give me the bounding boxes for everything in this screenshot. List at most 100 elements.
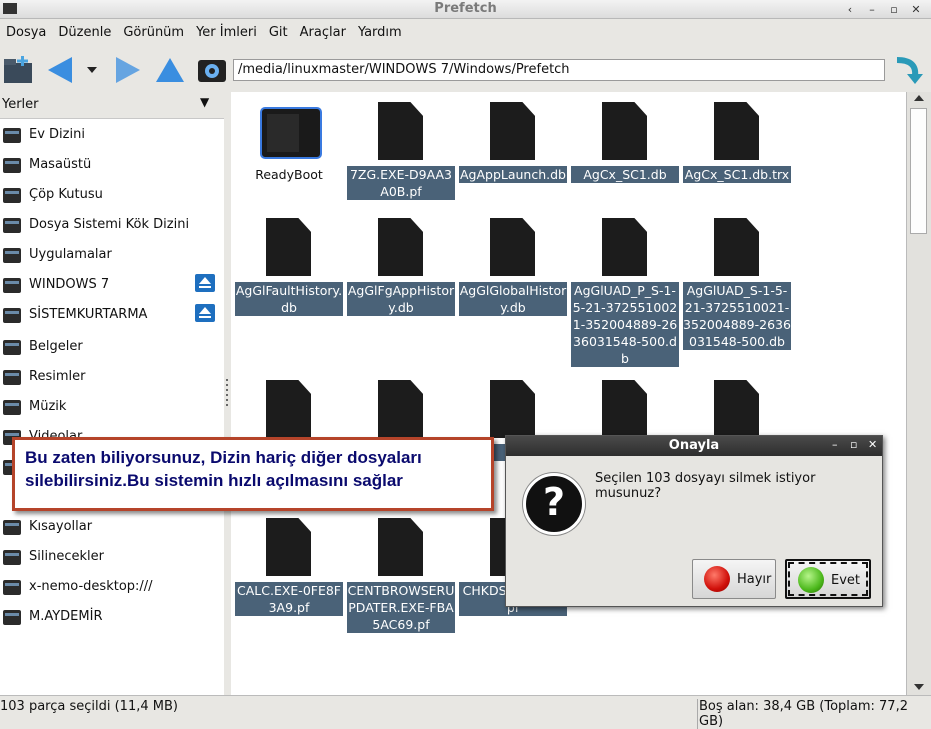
location-bar[interactable]: /media/linuxmaster/WINDOWS 7/Windows/Pre… [233,59,885,81]
folder-icon [3,550,21,565]
menu-bar: Dosya Düzenle Görünüm Yer İmleri Git Araçlar Y… [0,22,931,44]
document-icon [378,102,423,160]
annotation-line-2: silebilirsiniz.Bu sistemin hızlı açılmas… [25,471,403,490]
free-space-status: Boş alan: 38,4 GB (Toplam: 77,2 GB) [697,699,931,729]
no-button[interactable]: Hayır [692,559,776,599]
question-icon: ? [523,473,585,535]
red-circle-icon [704,566,730,592]
sidebar-item[interactable]: Kısayollar [0,513,224,541]
menu-edit[interactable]: Düzenle [58,22,111,44]
window-close-button[interactable]: ✕ [909,3,923,16]
scrollbar-thumb[interactable] [910,108,927,234]
sidebar-item-label: Kısayollar [29,519,93,534]
document-icon [714,102,759,160]
sidebar-dropdown-icon[interactable]: ▼ [200,95,209,109]
document-icon [714,380,759,438]
scroll-up-icon[interactable] [914,95,924,101]
history-dropdown-icon[interactable] [84,54,100,86]
sidebar-header[interactable]: Yerler ▼ [0,92,224,119]
sidebar-item[interactable]: Dosya Sistemi Kök Dizini [0,211,224,239]
file-item[interactable]: AgGlFaultHistory.db [233,208,345,358]
dialog-close-button[interactable]: ✕ [868,438,877,451]
eject-icon[interactable] [195,274,215,292]
sidebar-item[interactable]: SİSTEMKURTARMA [0,301,224,329]
sidebar-item[interactable]: Ev Dizini [0,121,224,149]
drive-toolbar-icon[interactable] [196,54,228,86]
back-icon[interactable] [44,54,76,86]
document-icon [490,102,535,160]
dialog-maximize-button[interactable]: ▫ [850,438,857,451]
file-item[interactable]: CALC.EXE-0FE8F3A9.pf [233,508,345,658]
forward-icon[interactable] [112,54,144,86]
yes-button[interactable]: Evet [785,559,871,599]
window-titlebar[interactable]: Prefetch ‹ – ▫ ✕ [0,0,931,19]
window-shade-button[interactable]: ‹ [843,3,857,16]
drive-icon [3,308,21,323]
sidebar-item[interactable]: Silinecekler [0,543,224,571]
yes-button-label: Evet [831,573,861,588]
confirm-dialog: Onayla – ▫ ✕ ? Seçilen 103 dosyayı silme… [505,435,883,607]
drive-icon [3,278,21,293]
menu-bookmarks[interactable]: Yer İmleri [196,22,257,44]
sidebar-item[interactable]: M.AYDEMİR [0,603,224,631]
dialog-title: Onayla [668,438,720,453]
sidebar-item[interactable]: Belgeler [0,333,224,361]
sidebar-item[interactable]: WINDOWS 7 [0,271,224,299]
sidebar-item[interactable]: Müzik [0,393,224,421]
sidebar: Yerler ▼ Ev Dizini Masaüstü Çöp Kutusu Dosy… [0,92,224,695]
file-name: AgCx_SC1.db [571,166,679,183]
sidebar-item-label: Belgeler [29,339,83,354]
file-name: AgGlUAD_P_S-1-5-21-3725510021-3520048​89… [571,282,679,367]
sidebar-item[interactable]: x-nemo-desktop:/// [0,573,224,601]
document-icon [602,218,647,276]
desktop-icon [3,158,21,173]
menu-file[interactable]: Dosya [6,22,46,44]
file-name: CALC.EXE-0FE8F3A9.pf [235,582,343,616]
file-name: AgGlUAD_S-1-5-21-3725510021-3520048​89-2… [683,282,791,350]
document-icon [490,218,535,276]
vertical-scrollbar[interactable] [906,92,931,695]
file-item[interactable]: AgGlGlobalHistory.db [457,208,569,358]
sidebar-item[interactable]: Resimler [0,363,224,391]
sidebar-item-label: Müzik [29,399,67,414]
documents-icon [3,340,21,355]
sidebar-item[interactable]: Uygulamalar [0,241,224,269]
menu-help[interactable]: Yardım [358,22,402,44]
sidebar-item[interactable]: Çöp Kutusu [0,181,224,209]
scroll-down-icon[interactable] [914,684,924,690]
sidebar-title: Yerler [2,97,39,112]
sidebar-item-label: x-nemo-desktop:/// [29,579,153,594]
dialog-minimize-button[interactable]: – [832,438,838,451]
sidebar-item[interactable]: Masaüstü [0,151,224,179]
go-icon[interactable] [891,54,923,86]
document-icon [490,380,535,438]
up-icon[interactable] [154,54,186,86]
splitter-grip-icon [226,379,228,406]
file-item[interactable]: CENTBROWSERUPDATER.EXE-FBA5AC69.pf [345,508,457,658]
window-maximize-button[interactable]: ▫ [887,3,901,16]
eject-icon[interactable] [195,304,215,322]
pane-splitter[interactable] [224,92,231,695]
file-name: ReadyBoot [255,167,323,182]
app-icon [3,3,17,14]
document-icon [378,380,423,438]
menu-tools[interactable]: Araçlar [300,22,346,44]
document-icon [714,218,759,276]
shortcuts-icon [3,520,21,535]
file-item[interactable]: AgGlUAD_S-1-5-21-3725510021-3520048​89-2… [681,208,793,358]
dialog-titlebar[interactable]: Onayla – ▫ ✕ [506,436,882,456]
file-item[interactable]: AgGlFgAppHistory.db [345,208,457,358]
document-icon [378,218,423,276]
menu-view[interactable]: Görünüm [123,22,184,44]
pictures-icon [3,370,21,385]
document-icon [602,102,647,160]
window-minimize-button[interactable]: – [865,3,879,16]
sidebar-item-label: SİSTEMKURTARMA [29,307,148,322]
file-item[interactable]: AgGlUAD_P_S-1-5-21-3725510021-3520048​89… [569,208,681,367]
file-name: AgAppLaunch.db [459,166,567,183]
sidebar-item-label: Uygulamalar [29,247,112,262]
sidebar-item-label: Dosya Sistemi Kök Dizini [29,217,190,232]
new-folder-icon[interactable] [2,54,34,86]
status-bar: 103 parça seçildi (11,4 MB) Boş alan: 38… [0,695,931,729]
menu-go[interactable]: Git [269,22,288,44]
